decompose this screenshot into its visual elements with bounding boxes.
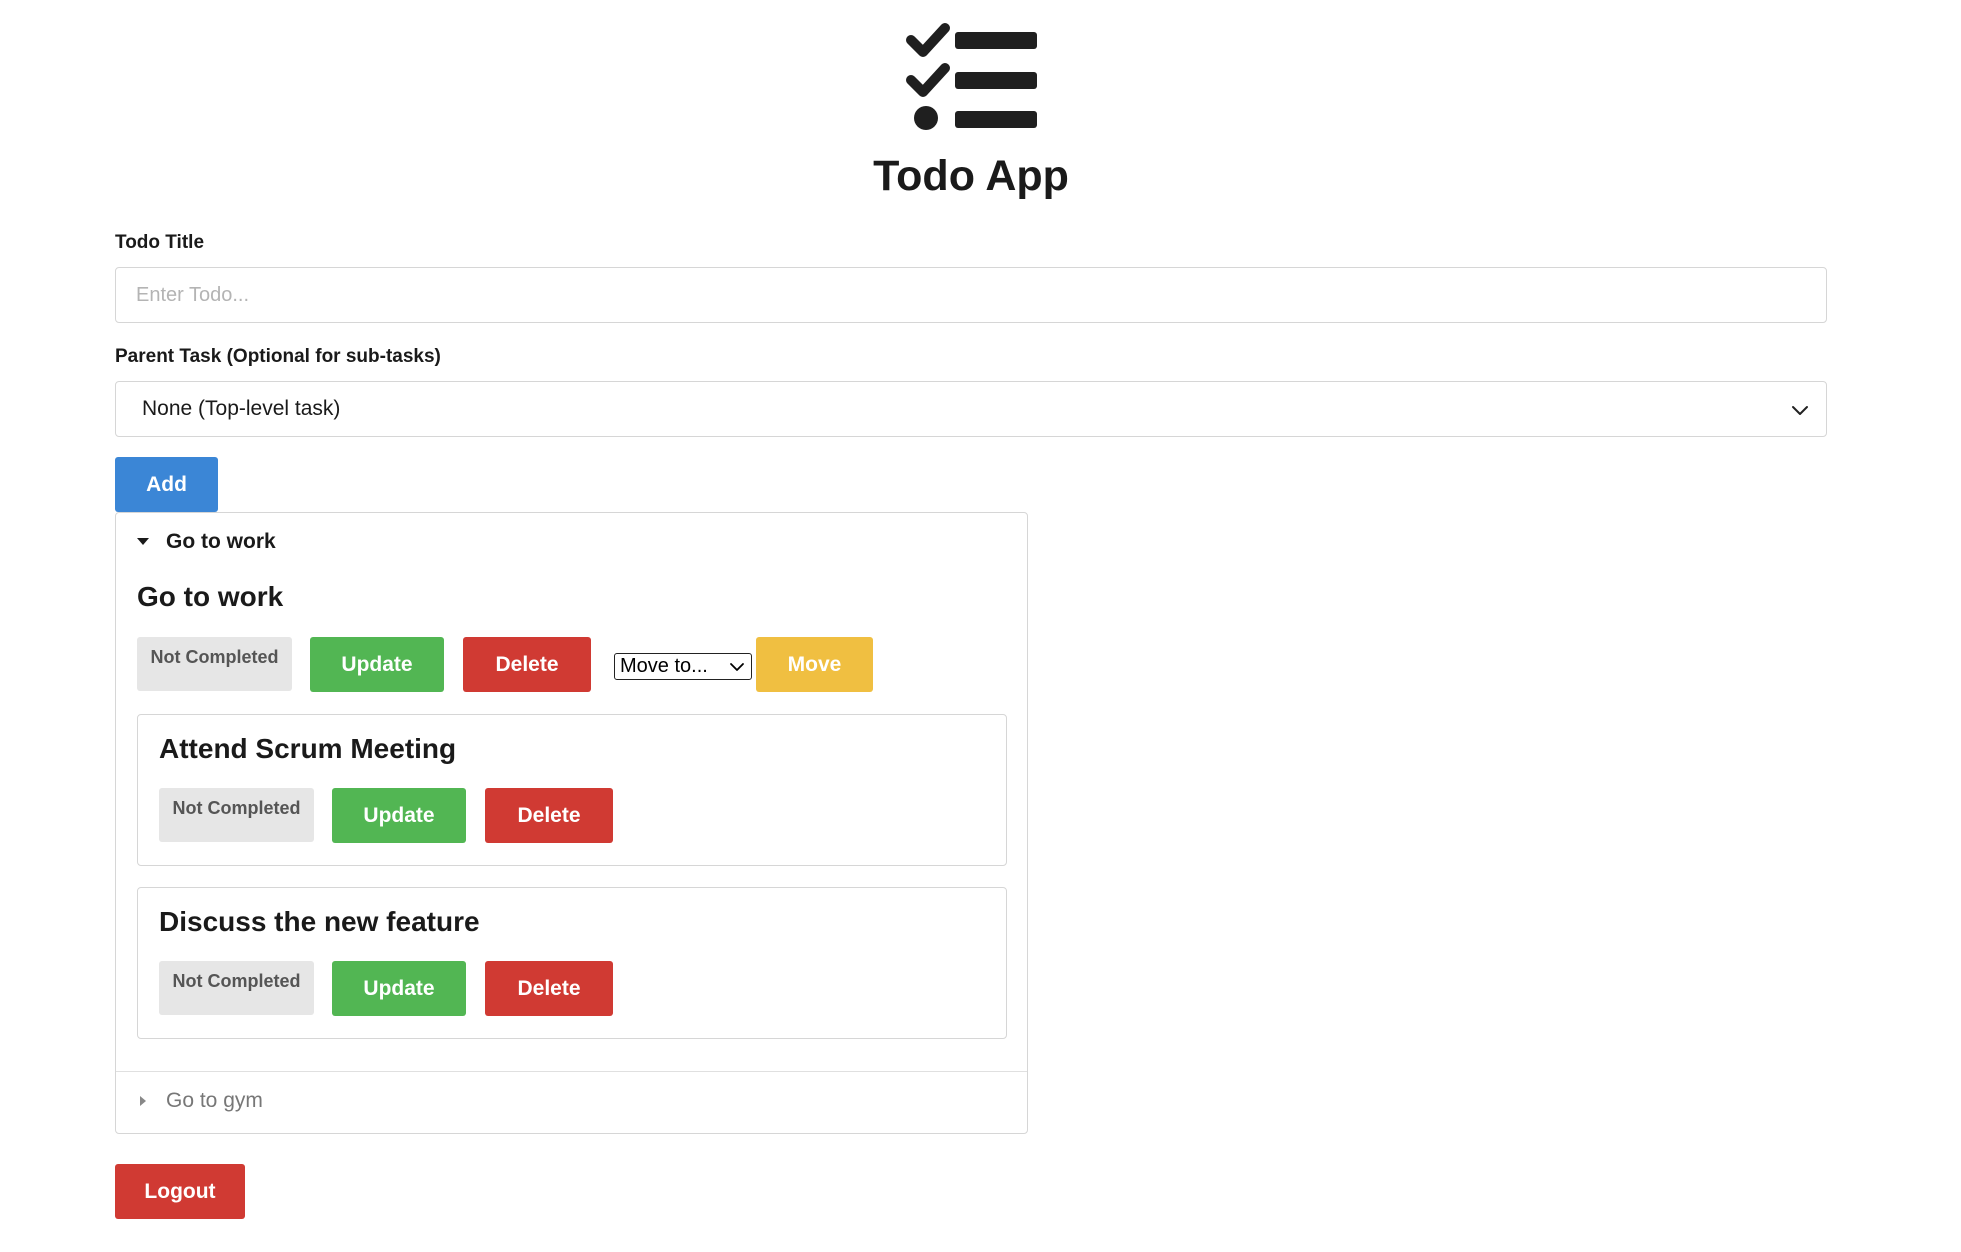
accordion-header-go-to-work[interactable]: Go to work xyxy=(136,530,276,554)
update-button[interactable]: Update xyxy=(332,788,466,843)
parent-task-select[interactable]: None (Top-level task) xyxy=(115,381,1827,437)
parent-task-label: Parent Task (Optional for sub-tasks) xyxy=(115,346,441,367)
accordion-divider xyxy=(116,1071,1027,1072)
logout-button[interactable]: Logout xyxy=(115,1164,245,1219)
move-to-selected: Move to... xyxy=(620,655,708,677)
move-button[interactable]: Move xyxy=(756,637,873,692)
parent-task-selected: None (Top-level task) xyxy=(142,397,341,420)
subtask-card: Attend Scrum Meeting Not Completed Updat… xyxy=(137,714,1007,866)
accordion-header-label: Go to work xyxy=(166,530,276,553)
status-badge: Not Completed xyxy=(159,961,314,1015)
delete-button[interactable]: Delete xyxy=(485,788,613,843)
delete-button[interactable]: Delete xyxy=(463,637,591,692)
chevron-down-icon xyxy=(1792,406,1808,415)
todo-accordion: Go to work Go to work Not Completed Upda… xyxy=(115,512,1028,1134)
chevron-down-icon xyxy=(730,663,744,671)
caret-down-icon xyxy=(137,538,149,545)
todo-title-input[interactable] xyxy=(115,267,1827,323)
update-button[interactable]: Update xyxy=(332,961,466,1016)
subtask-title: Discuss the new feature xyxy=(159,906,480,937)
caret-right-icon xyxy=(140,1096,146,1106)
update-button[interactable]: Update xyxy=(310,637,444,692)
todo-title: Go to work xyxy=(137,581,284,612)
page-title: Todo App xyxy=(873,152,1069,200)
subtask-title: Attend Scrum Meeting xyxy=(159,733,457,764)
checklist-icon xyxy=(906,23,1037,130)
status-badge: Not Completed xyxy=(137,637,292,691)
todo-title-label: Todo Title xyxy=(115,232,205,253)
delete-button[interactable]: Delete xyxy=(485,961,613,1016)
subtask-card: Discuss the new feature Not Completed Up… xyxy=(137,887,1007,1039)
status-badge: Not Completed xyxy=(159,788,314,842)
accordion-header-label: Go to gym xyxy=(166,1089,263,1112)
accordion-header-go-to-gym[interactable]: Go to gym xyxy=(136,1089,263,1113)
add-button[interactable]: Add xyxy=(115,457,218,512)
move-to-select[interactable]: Move to... xyxy=(614,653,752,680)
